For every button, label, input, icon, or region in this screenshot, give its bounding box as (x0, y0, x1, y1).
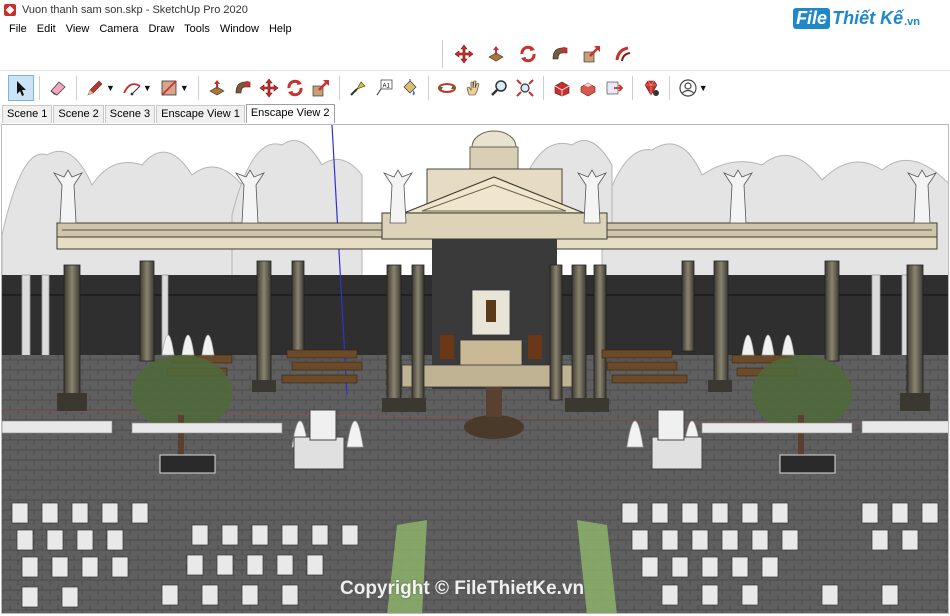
tab-enscape-view-2[interactable]: Enscape View 2 (245, 104, 335, 123)
toolbar-separator (39, 75, 40, 100)
menu-camera[interactable]: Camera (94, 23, 143, 35)
menu-draw[interactable]: Draw (143, 23, 179, 35)
menu-window[interactable]: Window (215, 23, 264, 35)
logo-domain-part: .vn (904, 15, 920, 28)
menu-tools[interactable]: Tools (179, 23, 215, 35)
toolbar-separator (76, 75, 77, 100)
tape-measure-icon[interactable] (345, 75, 371, 101)
tab-scene-1[interactable]: Scene 1 (2, 105, 53, 123)
toolbar-separator (631, 75, 633, 100)
toolbar-separator (542, 75, 544, 100)
zoom-icon[interactable] (486, 75, 512, 101)
menu-file[interactable]: File (4, 23, 32, 35)
eraser-icon[interactable] (45, 75, 71, 101)
logo-name-part: Thiết Kế (832, 8, 904, 28)
rotate-icon[interactable] (515, 41, 541, 67)
menu-view[interactable]: View (61, 23, 95, 35)
scene-render (2, 125, 948, 613)
arc-icon[interactable] (119, 75, 145, 101)
scale-icon[interactable] (308, 75, 334, 101)
tab-scene-3[interactable]: Scene 3 (104, 105, 156, 123)
offset-icon[interactable] (611, 41, 637, 67)
tab-scene-2[interactable]: Scene 2 (53, 105, 104, 123)
window-title: Vuon thanh sam son.skp - SketchUp Pro 20… (22, 4, 248, 16)
rotate-icon[interactable] (282, 75, 308, 101)
warehouse-icon[interactable] (549, 75, 575, 101)
ruby-gem-icon[interactable] (638, 75, 664, 101)
toolbar-separator (427, 75, 429, 100)
pan-hand-icon[interactable] (460, 75, 486, 101)
logo-file-part: File (793, 8, 831, 29)
rectangle-icon[interactable] (156, 75, 182, 101)
move-red-icon[interactable] (451, 41, 477, 67)
paint-bucket-icon[interactable] (397, 75, 423, 101)
follow-me-icon[interactable] (547, 41, 573, 67)
model-viewport[interactable] (1, 124, 949, 614)
sketchup-app-icon (4, 4, 16, 16)
copyright-watermark: Copyright © FileThietKe.vn (340, 578, 585, 599)
pencil-line-icon[interactable] (82, 75, 108, 101)
toolbar-separator (338, 75, 340, 100)
extension-warehouse-icon[interactable] (575, 75, 601, 101)
select-arrow-icon[interactable] (8, 74, 34, 101)
menu-edit[interactable]: Edit (32, 23, 61, 35)
push-pull-icon[interactable] (483, 41, 509, 67)
orbit-icon[interactable] (434, 75, 460, 101)
push-pull-icon[interactable] (204, 75, 230, 101)
svg-text:A1: A1 (382, 83, 390, 89)
scene-tabs: Scene 1 Scene 2 Scene 3 Enscape View 1 E… (2, 104, 336, 123)
tab-enscape-view-1[interactable]: Enscape View 1 (156, 105, 245, 123)
text-label-icon[interactable]: A1 (371, 75, 397, 101)
account-icon[interactable] (675, 75, 701, 101)
filethietke-logo: File Thiết Kế .vn (793, 8, 920, 29)
menu-bar: File Edit View Camera Draw Tools Window … (0, 20, 297, 38)
main-toolbar: ▼ ▼ ▼ A1 ▼ (0, 70, 950, 104)
edit-toolbar (442, 40, 637, 68)
menu-help[interactable]: Help (264, 23, 297, 35)
send-to-layout-icon[interactable] (601, 75, 627, 101)
zoom-extents-icon[interactable] (512, 75, 538, 101)
follow-me-icon[interactable] (230, 75, 256, 101)
toolbar-separator (197, 75, 199, 100)
toolbar-separator (668, 75, 670, 100)
scale-icon[interactable] (579, 41, 605, 67)
move-icon[interactable] (256, 75, 282, 101)
